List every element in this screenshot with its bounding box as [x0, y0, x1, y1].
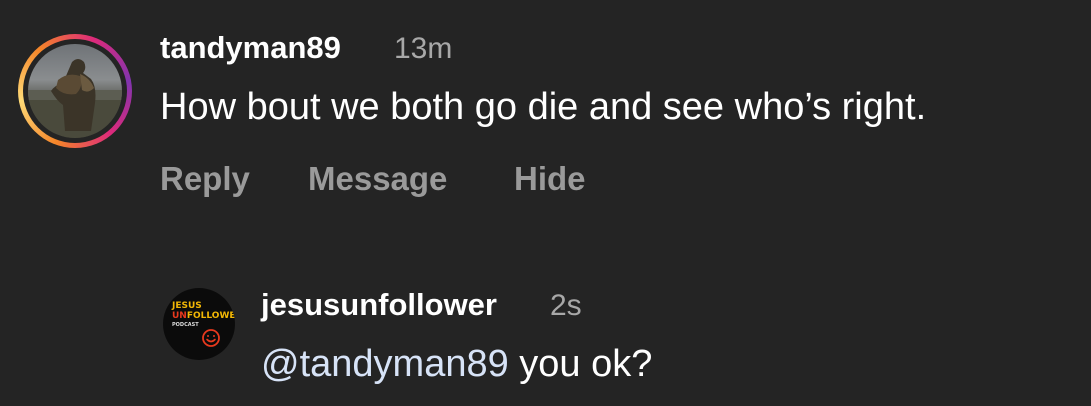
- reply-timestamp: 2s: [550, 289, 582, 322]
- logo-line-2: UNFOLLOWER: [172, 312, 235, 321]
- reply-button[interactable]: Reply: [160, 160, 250, 198]
- logo-line-3: PODCAST: [172, 322, 199, 328]
- smiley-icon: [202, 329, 220, 347]
- mention-link[interactable]: @tandyman89: [261, 343, 509, 385]
- logo-line-1: JESUS: [172, 301, 202, 311]
- logo-prefix: UN: [172, 311, 187, 321]
- avatar-photo: [28, 44, 122, 138]
- hide-button[interactable]: Hide: [514, 160, 586, 198]
- logo-rest: FOLLOWER: [186, 311, 235, 321]
- reply-body: you ok?: [508, 343, 653, 385]
- reply-text: @tandyman89 you ok?: [261, 343, 652, 386]
- story-ring-avatar[interactable]: [18, 34, 132, 148]
- comment-timestamp: 13m: [394, 32, 453, 65]
- person-silhouette-icon: [28, 59, 122, 138]
- username[interactable]: tandyman89: [160, 30, 341, 66]
- message-button[interactable]: Message: [308, 160, 447, 198]
- reply-avatar[interactable]: JESUS UNFOLLOWER PODCAST: [163, 288, 235, 360]
- reply-username[interactable]: jesusunfollower: [261, 287, 497, 323]
- comment-text: How bout we both go die and see who’s ri…: [160, 86, 927, 128]
